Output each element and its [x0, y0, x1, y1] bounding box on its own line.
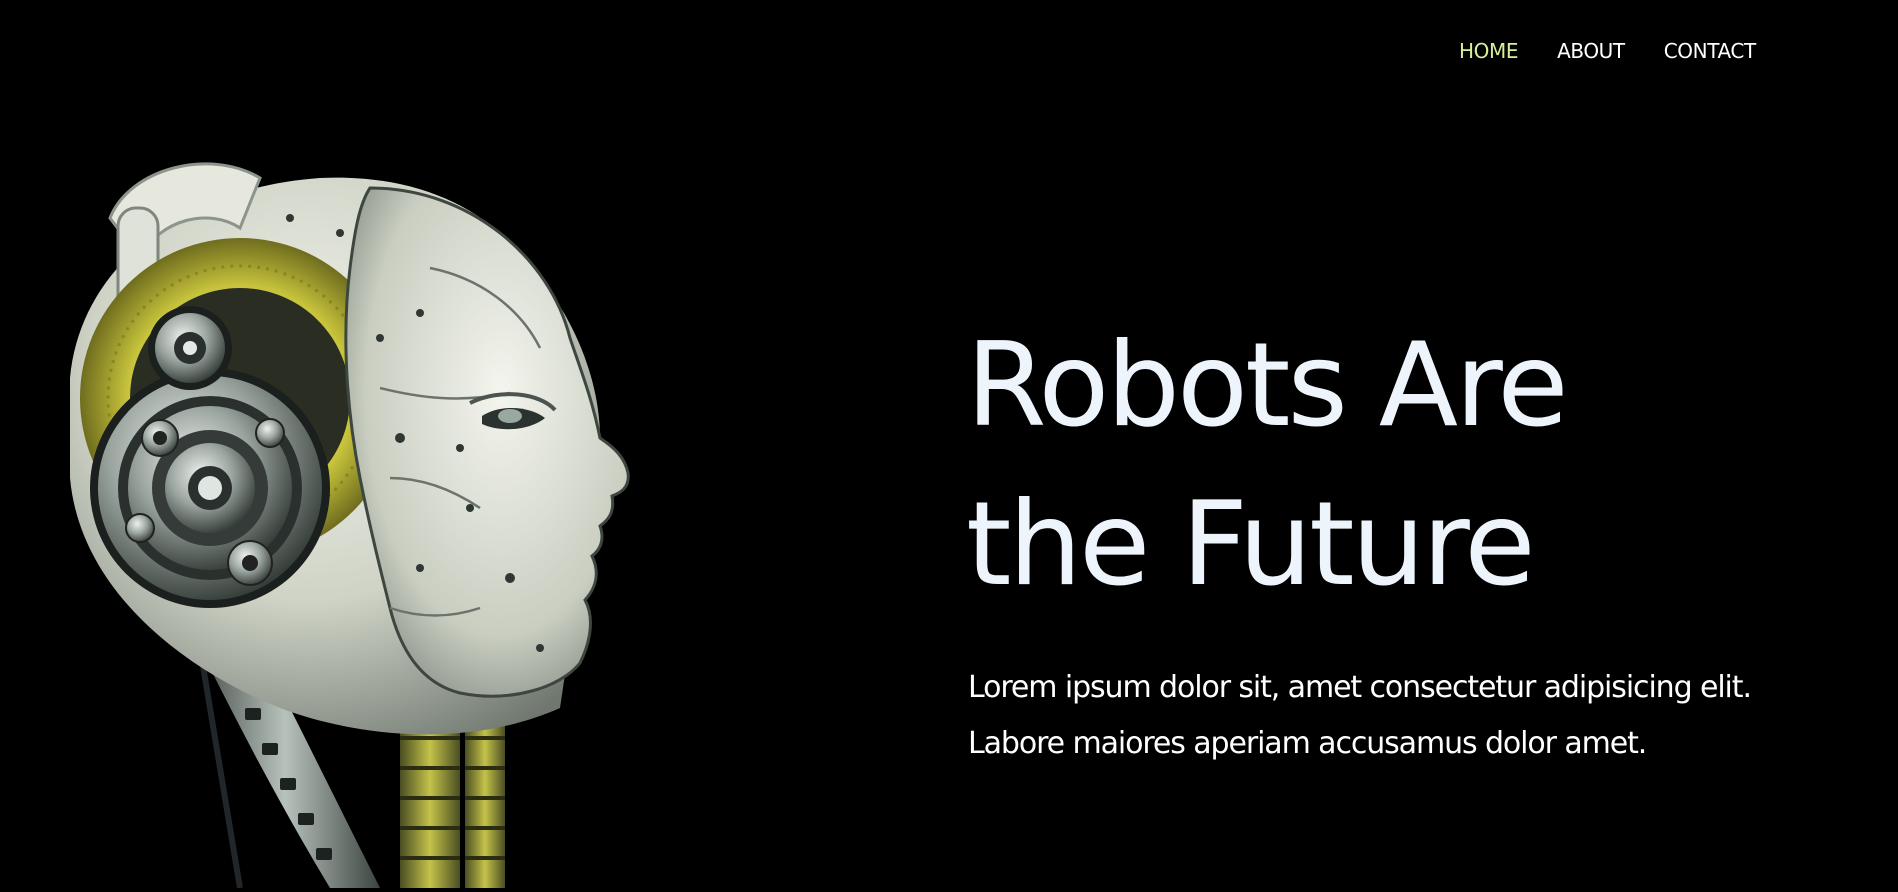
hero-title-line-2: the Future — [966, 477, 1536, 612]
robot-head-illustration — [70, 162, 630, 889]
nav-about-link[interactable]: ABOUT — [1557, 38, 1625, 64]
hero-title: Robots Are the Future — [966, 306, 1569, 624]
upper-gear — [148, 306, 232, 390]
hero-description-line-2: Labore maiores aperiam accusamus dolor a… — [968, 726, 1647, 761]
hero-description: Lorem ipsum dolor sit, amet consectetur … — [968, 660, 1752, 772]
hero-description-line-1: Lorem ipsum dolor sit, amet consectetur … — [968, 670, 1752, 705]
main-nav: HOME ABOUT CONTACT — [1459, 38, 1756, 64]
ear-mechanism — [90, 368, 330, 608]
hero-title-line-1: Robots Are — [966, 318, 1569, 453]
nav-home-link[interactable]: HOME — [1459, 38, 1518, 64]
robot-head-image — [40, 148, 730, 889]
nav-contact-link[interactable]: CONTACT — [1664, 38, 1756, 64]
